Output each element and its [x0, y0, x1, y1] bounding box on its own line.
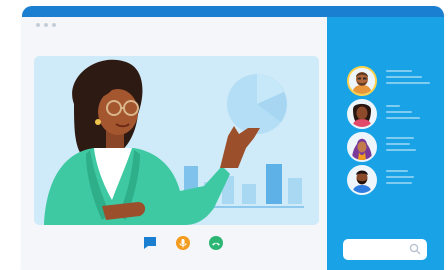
window-title-bar	[22, 6, 444, 17]
chat-bubble-icon	[144, 237, 156, 249]
participant-4[interactable]	[347, 165, 377, 195]
participants-sidebar	[327, 17, 444, 270]
microphone-icon	[176, 236, 190, 250]
participant-2-info	[386, 105, 420, 123]
call-controls	[143, 236, 223, 250]
participant-1-info	[386, 70, 430, 88]
mute-button[interactable]	[176, 236, 190, 250]
search-icon	[409, 243, 421, 255]
participant-2[interactable]	[347, 99, 377, 129]
avatar	[349, 68, 375, 94]
avatar	[349, 134, 375, 160]
dot-icon	[52, 23, 56, 27]
presentation-scene	[34, 56, 319, 225]
participant-3[interactable]	[347, 132, 377, 162]
participant-4-info	[386, 170, 414, 188]
avatar	[349, 167, 375, 193]
window-dots	[36, 23, 56, 27]
avatar	[349, 101, 375, 127]
hangup-button[interactable]	[209, 236, 223, 250]
dot-icon	[36, 23, 40, 27]
dot-icon	[44, 23, 48, 27]
participant-1[interactable]	[347, 66, 377, 96]
participant-3-info	[386, 137, 416, 155]
main-video-feed	[34, 56, 319, 225]
search-input[interactable]	[343, 239, 427, 260]
video-call-window	[22, 6, 444, 270]
chat-button[interactable]	[143, 236, 157, 250]
phone-icon	[209, 236, 223, 250]
